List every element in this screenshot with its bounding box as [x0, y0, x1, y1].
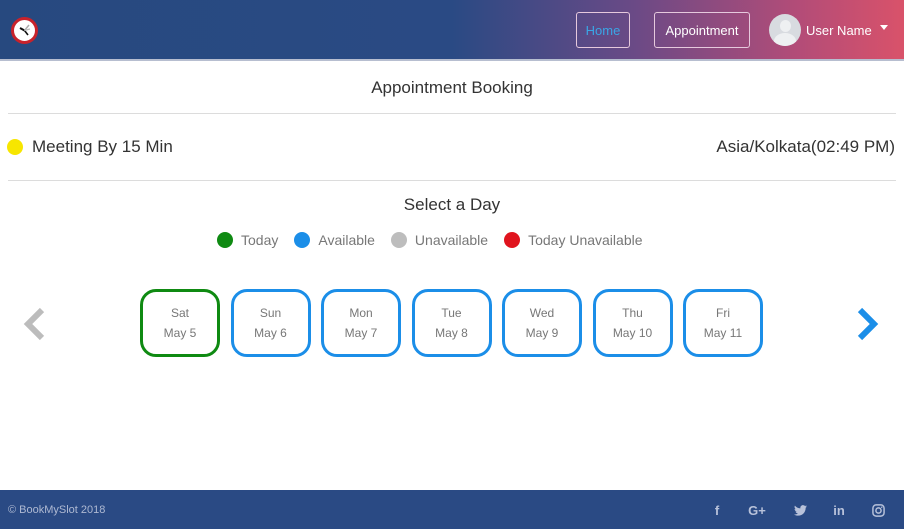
- day-card[interactable]: Sun May 6: [230, 289, 311, 357]
- divider: [8, 113, 896, 114]
- user-name: User Name: [806, 22, 872, 38]
- instagram-icon[interactable]: [870, 501, 886, 519]
- day-date: May 5: [163, 326, 197, 340]
- google-plus-icon[interactable]: G+: [746, 501, 768, 519]
- day-card[interactable]: Fri May 11: [683, 289, 763, 357]
- day-name: Sun: [259, 306, 282, 320]
- navbar: Home Appointment User Name: [0, 0, 904, 61]
- day-name: Sat: [170, 306, 189, 320]
- meeting-label: Meeting By 15 Min: [32, 137, 173, 156]
- caret-down-icon: [879, 24, 888, 30]
- twitter-icon[interactable]: [792, 501, 808, 519]
- avatar: [769, 14, 801, 46]
- day-name: Wed: [529, 306, 555, 320]
- footer: © BookMySlot 2018 f G+ in: [0, 490, 904, 529]
- day-date: May 8: [435, 326, 468, 340]
- legend-label: Available: [318, 232, 375, 248]
- timezone-label: Asia/Kolkata(02:49 PM): [716, 137, 895, 156]
- page-title: Appointment Booking: [371, 78, 533, 97]
- day-date: May 6: [254, 326, 287, 340]
- copyright-text: © BookMySlot 2018: [8, 504, 106, 516]
- day-name: Thu: [622, 306, 643, 320]
- facebook-icon[interactable]: f: [710, 501, 724, 519]
- legend-today: Today: [217, 232, 278, 248]
- meeting-color-dot: [7, 139, 23, 155]
- day-card[interactable]: Mon May 7: [321, 289, 401, 357]
- legend-dot: [504, 232, 521, 248]
- legend-dot: [217, 232, 233, 248]
- day-card[interactable]: Tue May 8: [411, 289, 492, 357]
- linkedin-icon[interactable]: in: [831, 501, 847, 519]
- legend-available: Available: [294, 232, 375, 248]
- user-menu[interactable]: User Name: [769, 14, 888, 46]
- chevron-right-icon[interactable]: [854, 306, 884, 342]
- nav-home-link[interactable]: Home: [576, 12, 630, 48]
- legend-label: Unavailable: [414, 232, 489, 248]
- legend-unavailable: Unavailable: [390, 232, 489, 248]
- chevron-left-icon[interactable]: [20, 306, 50, 342]
- select-day-heading: Select a Day: [403, 195, 501, 214]
- legend-label: Today Unavailable: [528, 232, 643, 248]
- day-card[interactable]: Wed May 9: [502, 289, 582, 357]
- divider: [8, 180, 896, 181]
- legend-dot: [390, 232, 407, 248]
- meeting-duration: Meeting By 15 Min: [7, 137, 173, 157]
- legend-today-unavailable: Today Unavailable: [504, 232, 643, 248]
- day-name: Fri: [716, 306, 730, 320]
- day-card[interactable]: Sat May 5: [140, 289, 220, 357]
- legend-label: Today: [241, 232, 279, 248]
- legend-dot: [294, 232, 311, 248]
- day-date: May 7: [344, 326, 378, 340]
- nav-appointment-link[interactable]: Appointment: [654, 12, 750, 48]
- clock-icon[interactable]: [11, 17, 38, 44]
- day-name: Tue: [441, 306, 462, 320]
- day-card[interactable]: Thu May 10: [592, 289, 673, 357]
- legend: Today Available Unavailable Today Unavai…: [217, 232, 659, 248]
- day-selector: Sat May 5 Sun May 6 Mon May 7 Tue May 8 …: [140, 289, 774, 357]
- day-date: May 9: [525, 326, 559, 340]
- day-date: May 11: [703, 326, 743, 340]
- day-date: May 10: [612, 326, 653, 340]
- day-name: Mon: [349, 306, 373, 320]
